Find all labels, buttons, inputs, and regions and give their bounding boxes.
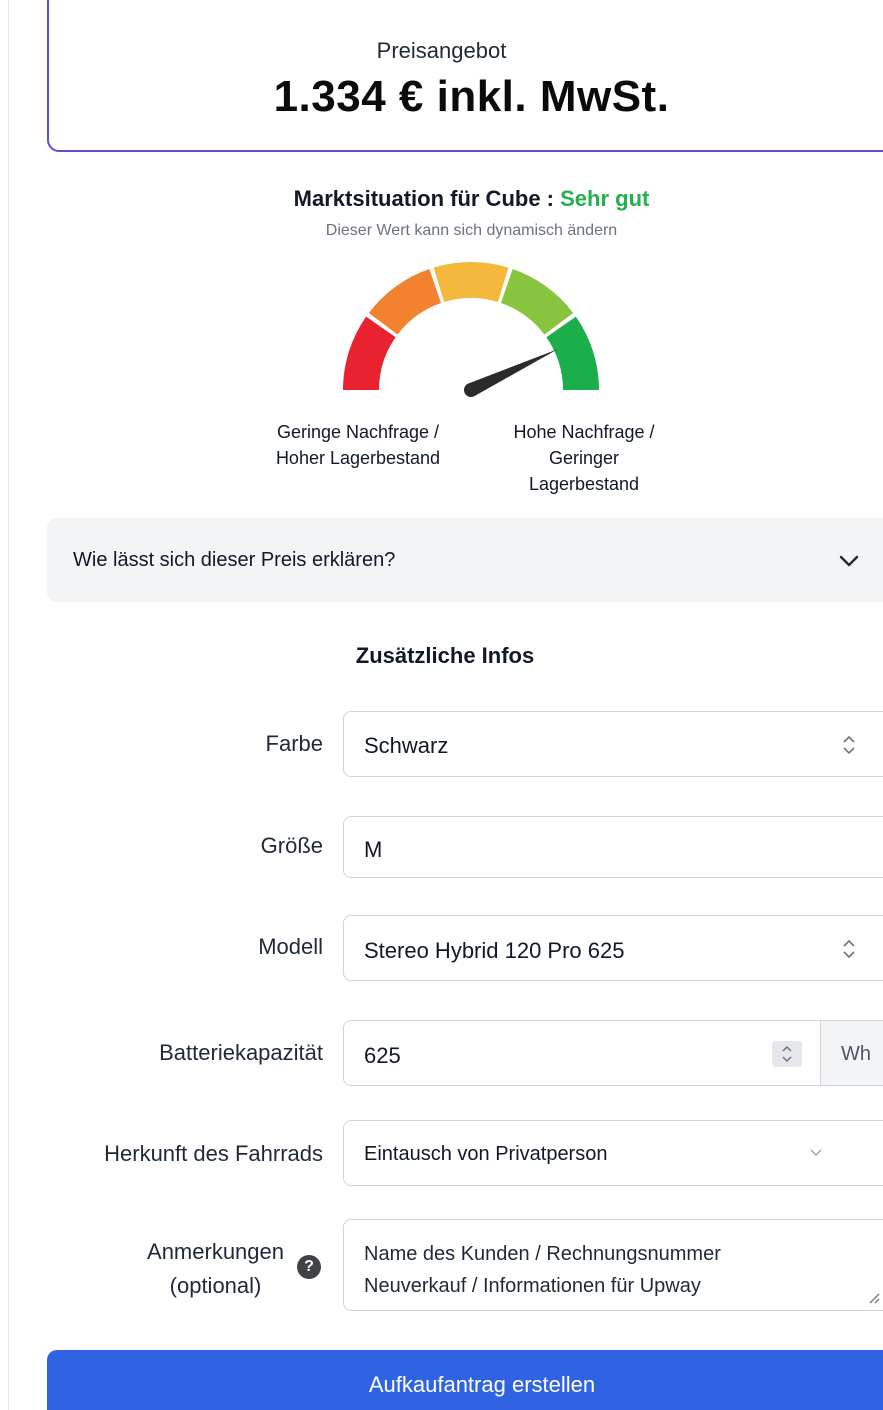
size-label: Größe (260, 833, 323, 858)
notes-placeholder: Name des Kunden / Rechnungsnummer Neuver… (364, 1238, 721, 1302)
notes-placeholder-line1: Name des Kunden / Rechnungsnummer (364, 1243, 721, 1265)
battery-label: Batteriekapazität (159, 1040, 323, 1065)
size-input[interactable]: M (343, 816, 883, 878)
submit-button-label: Aufkaufantrag erstellen (368, 1372, 596, 1397)
gauge-segments (343, 262, 599, 390)
gauge-segment (368, 268, 442, 335)
price-value: 1.334 € inkl. MwSt. (273, 72, 670, 121)
gauge-segment (343, 316, 396, 390)
number-spinner[interactable] (772, 1041, 802, 1067)
gauge-segment (500, 268, 574, 335)
origin-select[interactable]: Eintausch von Privatperson (343, 1120, 883, 1186)
battery-input[interactable]: 625 Wh (343, 1020, 883, 1086)
resize-handle-icon[interactable] (868, 1292, 880, 1304)
market-gauge (343, 262, 599, 397)
size-value: M (364, 837, 383, 862)
accordion-label: Wie lässt sich dieser Preis erklären? (73, 549, 396, 571)
select-updown-icon (843, 735, 855, 755)
notes-textarea[interactable]: Name des Kunden / Rechnungsnummer Neuver… (343, 1219, 883, 1311)
notes-label: Anmerkungen (optional) (147, 1235, 284, 1303)
price-explanation-accordion[interactable]: Wie lässt sich dieser Preis erklären? (47, 518, 883, 602)
color-label: Farbe (265, 731, 323, 756)
model-label: Modell (258, 934, 323, 959)
price-label: Preisangebot (376, 38, 507, 63)
origin-label: Herkunft des Fahrrads (104, 1141, 323, 1166)
submit-button[interactable]: Aufkaufantrag erstellen (47, 1350, 883, 1410)
market-title: Marktsituation für Cube : Sehr gut (0, 186, 883, 212)
gauge-segment (433, 262, 509, 303)
gauge-needle-shape (464, 349, 558, 397)
notes-label-line1: Anmerkungen (147, 1239, 284, 1264)
select-updown-icon (843, 939, 855, 959)
page: Preisangebot 1.334 € inkl. MwSt. Marktsi… (0, 0, 883, 1410)
color-select[interactable]: Schwarz (343, 711, 883, 777)
color-value: Schwarz (364, 733, 449, 758)
chevron-down-icon (810, 1149, 822, 1156)
question-circle-icon[interactable]: ? (297, 1255, 321, 1279)
origin-value: Eintausch von Privatperson (364, 1143, 608, 1165)
market-status: Sehr gut (560, 186, 650, 211)
notes-placeholder-line2: Neuverkauf / Informationen für Upway (364, 1275, 701, 1297)
section-title: Zusätzliche Infos (355, 643, 535, 668)
market-subtitle: Dieser Wert kann sich dynamisch ändern (325, 222, 618, 239)
market-title-prefix: Marktsituation für Cube : (293, 186, 561, 211)
unit-label: Wh (841, 1043, 871, 1065)
gauge-label-low: Geringe Nachfrage / Hoher Lagerbestand (275, 422, 441, 468)
notes-label-line2: (optional) (169, 1273, 262, 1298)
battery-value: 625 (364, 1043, 401, 1068)
gauge-label-high: Hohe Nachfrage / Geringer Lagerbestand (513, 422, 655, 494)
gauge-needle (464, 349, 558, 397)
chevron-down-icon[interactable] (836, 548, 862, 574)
model-value: Stereo Hybrid 120 Pro 625 (364, 938, 625, 963)
model-select[interactable]: Stereo Hybrid 120 Pro 625 (343, 915, 883, 981)
gauge-segment (546, 316, 599, 390)
spinner-icon (782, 1045, 792, 1063)
unit-addon: Wh (820, 1021, 883, 1085)
